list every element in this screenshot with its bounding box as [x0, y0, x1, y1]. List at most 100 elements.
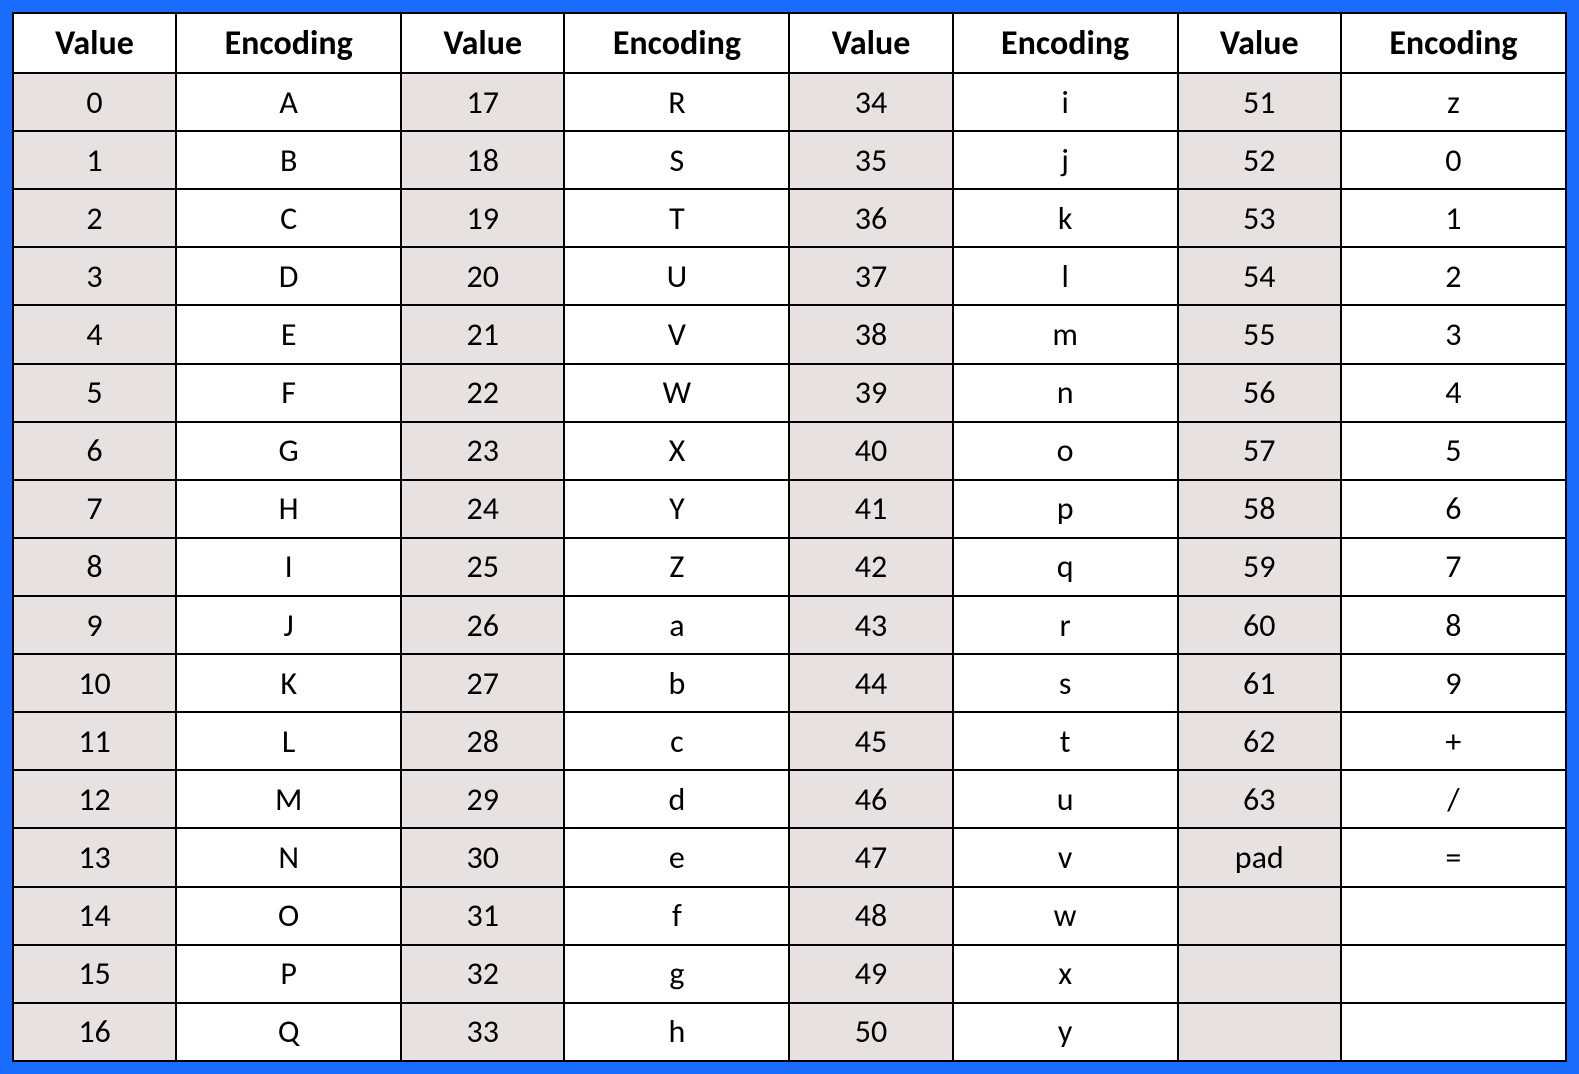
encoding-cell: a — [564, 596, 789, 654]
value-cell: 57 — [1178, 422, 1341, 480]
value-cell: 15 — [13, 945, 176, 1003]
encoding-cell: 9 — [1341, 654, 1566, 712]
value-cell: 31 — [401, 887, 564, 945]
value-cell: 23 — [401, 422, 564, 480]
encoding-cell: Z — [564, 538, 789, 596]
header-row: Value Encoding Value Encoding Value Enco… — [13, 13, 1566, 73]
encoding-cell: e — [564, 828, 789, 886]
value-cell: 33 — [401, 1003, 564, 1061]
value-cell: 26 — [401, 596, 564, 654]
header-encoding: Encoding — [564, 13, 789, 73]
value-cell: 28 — [401, 712, 564, 770]
table-row: 10K27b44s619 — [13, 654, 1566, 712]
encoding-cell: r — [953, 596, 1178, 654]
value-cell: 8 — [13, 538, 176, 596]
encoding-cell: Q — [176, 1003, 401, 1061]
header-value: Value — [789, 13, 952, 73]
encoding-cell: R — [564, 73, 789, 131]
value-cell: 30 — [401, 828, 564, 886]
value-cell: 13 — [13, 828, 176, 886]
table-row: 14O31f48w — [13, 887, 1566, 945]
encoding-cell: 7 — [1341, 538, 1566, 596]
encoding-cell: D — [176, 247, 401, 305]
encoding-cell: w — [953, 887, 1178, 945]
table-row: 8I25Z42q597 — [13, 538, 1566, 596]
value-cell: 6 — [13, 422, 176, 480]
encoding-cell: d — [564, 770, 789, 828]
value-cell: 55 — [1178, 305, 1341, 363]
value-cell: 18 — [401, 131, 564, 189]
encoding-cell: l — [953, 247, 1178, 305]
value-cell: 2 — [13, 189, 176, 247]
encoding-cell: E — [176, 305, 401, 363]
value-cell: 7 — [13, 480, 176, 538]
value-cell: 54 — [1178, 247, 1341, 305]
value-cell: 44 — [789, 654, 952, 712]
encoding-cell: B — [176, 131, 401, 189]
value-cell: 9 — [13, 596, 176, 654]
encoding-cell: i — [953, 73, 1178, 131]
table-row: 5F22W39n564 — [13, 364, 1566, 422]
encoding-cell: v — [953, 828, 1178, 886]
value-cell — [1178, 945, 1341, 1003]
value-cell: 47 — [789, 828, 952, 886]
encoding-cell: u — [953, 770, 1178, 828]
encoding-cell: 5 — [1341, 422, 1566, 480]
encoding-cell: c — [564, 712, 789, 770]
value-cell: 46 — [789, 770, 952, 828]
encoding-cell: 8 — [1341, 596, 1566, 654]
header-encoding: Encoding — [953, 13, 1178, 73]
value-cell: 41 — [789, 480, 952, 538]
encoding-cell: m — [953, 305, 1178, 363]
value-cell: 4 — [13, 305, 176, 363]
value-cell: 22 — [401, 364, 564, 422]
encoding-table: Value Encoding Value Encoding Value Enco… — [12, 12, 1567, 1062]
value-cell: 25 — [401, 538, 564, 596]
encoding-cell: h — [564, 1003, 789, 1061]
encoding-cell: s — [953, 654, 1178, 712]
value-cell: 59 — [1178, 538, 1341, 596]
encoding-cell: L — [176, 712, 401, 770]
value-cell: 3 — [13, 247, 176, 305]
value-cell: 43 — [789, 596, 952, 654]
encoding-cell: K — [176, 654, 401, 712]
table-row: 1B18S35j520 — [13, 131, 1566, 189]
encoding-cell: y — [953, 1003, 1178, 1061]
encoding-cell: U — [564, 247, 789, 305]
table-row: 4E21V38m553 — [13, 305, 1566, 363]
value-cell: 14 — [13, 887, 176, 945]
table-row: 13N30e47vpad= — [13, 828, 1566, 886]
value-cell: 50 — [789, 1003, 952, 1061]
table-frame: Value Encoding Value Encoding Value Enco… — [0, 0, 1579, 1074]
value-cell: 16 — [13, 1003, 176, 1061]
value-cell: 62 — [1178, 712, 1341, 770]
encoding-cell: = — [1341, 828, 1566, 886]
value-cell: 11 — [13, 712, 176, 770]
encoding-cell: / — [1341, 770, 1566, 828]
encoding-cell: M — [176, 770, 401, 828]
value-cell: 5 — [13, 364, 176, 422]
encoding-cell: p — [953, 480, 1178, 538]
value-cell: 42 — [789, 538, 952, 596]
encoding-cell: J — [176, 596, 401, 654]
encoding-cell: 1 — [1341, 189, 1566, 247]
encoding-cell: n — [953, 364, 1178, 422]
value-cell: 37 — [789, 247, 952, 305]
encoding-cell — [1341, 1003, 1566, 1061]
encoding-cell: z — [1341, 73, 1566, 131]
encoding-cell: 4 — [1341, 364, 1566, 422]
encoding-cell: 3 — [1341, 305, 1566, 363]
value-cell — [1178, 887, 1341, 945]
encoding-cell: 6 — [1341, 480, 1566, 538]
table-row: 6G23X40o575 — [13, 422, 1566, 480]
encoding-cell: k — [953, 189, 1178, 247]
table-row: 16Q33h50y — [13, 1003, 1566, 1061]
encoding-cell: T — [564, 189, 789, 247]
table-row: 11L28c45t62+ — [13, 712, 1566, 770]
header-value: Value — [13, 13, 176, 73]
value-cell — [1178, 1003, 1341, 1061]
value-cell: 38 — [789, 305, 952, 363]
header-encoding: Encoding — [176, 13, 401, 73]
table-row: 3D20U37l542 — [13, 247, 1566, 305]
value-cell: 48 — [789, 887, 952, 945]
